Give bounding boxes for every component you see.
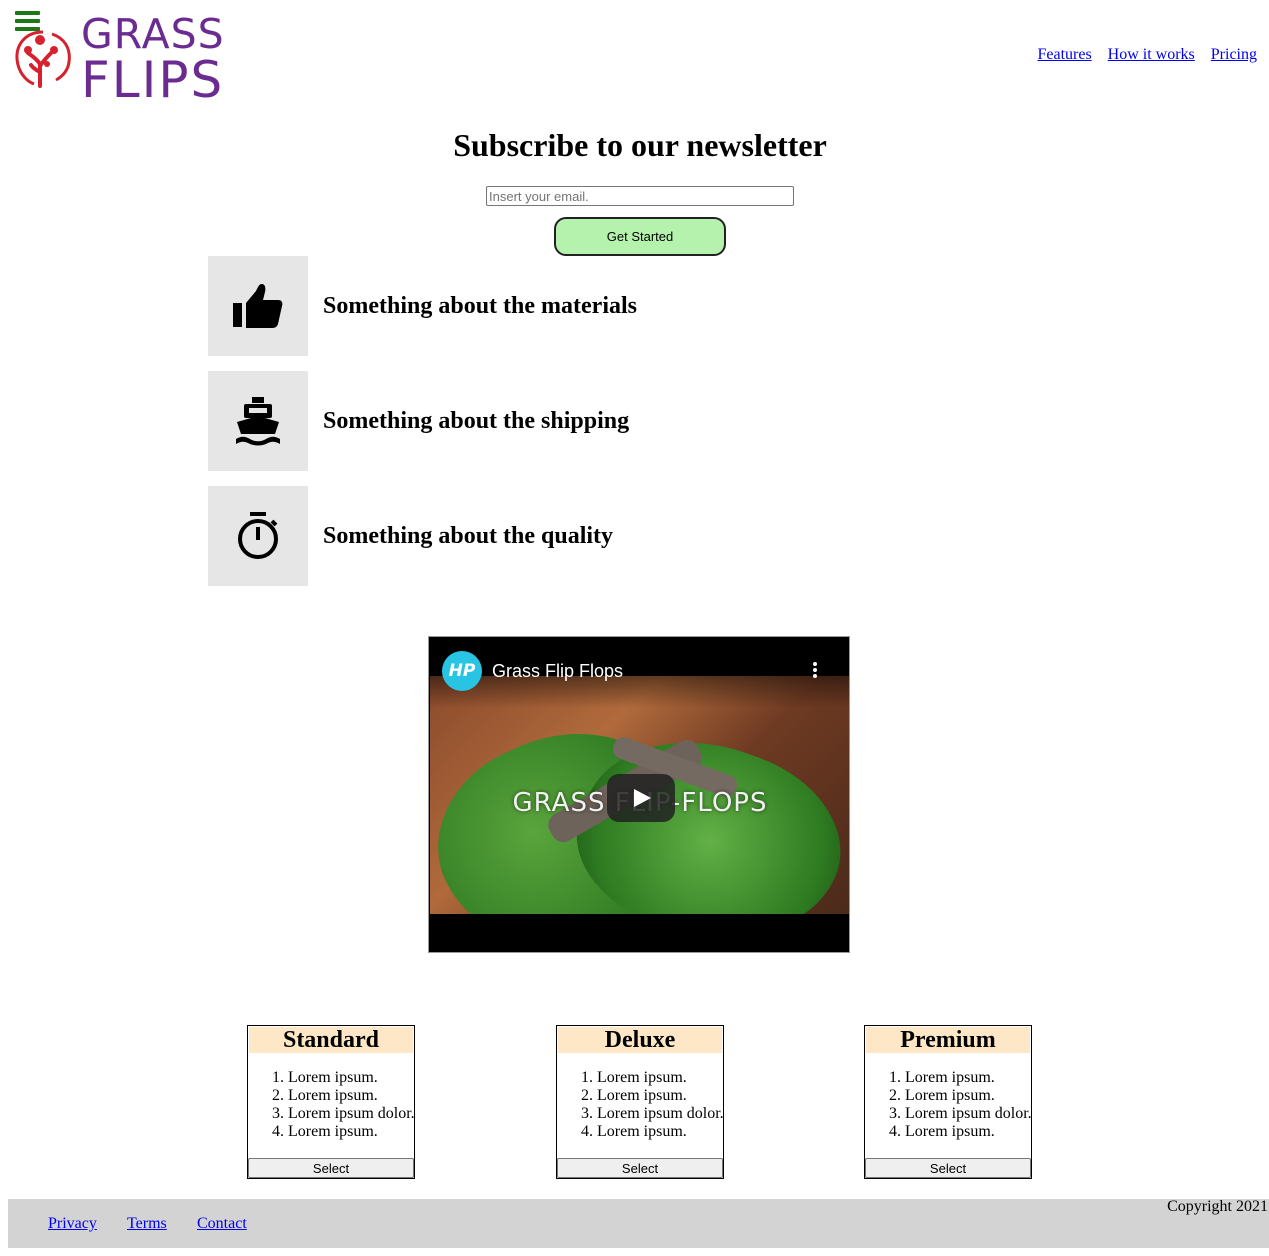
list-item: Lorem ipsum. xyxy=(597,1123,723,1141)
newsletter-title: Subscribe to our newsletter xyxy=(453,127,827,163)
feature-materials: Something about the materials xyxy=(208,256,808,356)
footer-link-contact[interactable]: Contact xyxy=(197,1215,247,1233)
footer: Privacy Terms Contact xyxy=(8,1199,1269,1248)
nav-link-features[interactable]: Features xyxy=(1037,46,1091,63)
select-deluxe-button[interactable]: Select xyxy=(557,1158,723,1178)
logo: GRASS FLIPS xyxy=(14,10,254,109)
top-nav: Features How it works Pricing xyxy=(1025,46,1257,64)
list-item: Lorem ipsum. xyxy=(905,1087,1031,1105)
feature-icon-box xyxy=(208,371,308,471)
email-input[interactable] xyxy=(486,186,794,206)
more-options-icon[interactable] xyxy=(812,662,818,682)
plan-features: Lorem ipsum. Lorem ipsum. Lorem ipsum do… xyxy=(557,1069,724,1141)
list-item: Lorem ipsum. xyxy=(597,1087,723,1105)
feature-text: Something about the materials xyxy=(323,293,637,319)
feature-shipping: Something about the shipping xyxy=(208,371,808,471)
nav-link-how-it-works[interactable]: How it works xyxy=(1108,46,1195,63)
logo-text-line1: GRASS xyxy=(81,10,225,58)
list-item: Lorem ipsum. xyxy=(905,1069,1031,1087)
list-item: Lorem ipsum dolor. xyxy=(597,1105,724,1123)
feature-quality: Something about the quality xyxy=(208,486,808,586)
footer-link-terms[interactable]: Terms xyxy=(127,1215,167,1233)
list-item: Lorem ipsum. xyxy=(288,1069,414,1087)
list-item: Lorem ipsum. xyxy=(288,1123,414,1141)
list-item: Lorem ipsum. xyxy=(288,1087,414,1105)
copyright-text: Copyright 2021 xyxy=(1167,1198,1268,1215)
play-button-icon[interactable] xyxy=(607,774,675,822)
footer-link-privacy[interactable]: Privacy xyxy=(48,1215,97,1233)
plan-title: Deluxe xyxy=(558,1027,722,1053)
video-frame: HP Grass Flip Flops GRASS FLIP-FLOPS xyxy=(430,638,849,914)
plan-standard: Standard Lorem ipsum. Lorem ipsum. Lorem… xyxy=(247,1025,415,1179)
nav-link-pricing[interactable]: Pricing xyxy=(1211,46,1257,63)
plan-features: Lorem ipsum. Lorem ipsum. Lorem ipsum do… xyxy=(248,1069,415,1141)
list-item: Lorem ipsum dolor. xyxy=(905,1105,1032,1123)
logo-text-line2: FLIPS xyxy=(81,51,225,109)
feature-icon-box xyxy=(208,256,308,356)
tree-logo-icon xyxy=(15,30,71,88)
plan-features: Lorem ipsum. Lorem ipsum. Lorem ipsum do… xyxy=(865,1069,1032,1141)
video-embed[interactable]: HP Grass Flip Flops GRASS FLIP-FLOPS xyxy=(428,636,850,953)
feature-text: Something about the shipping xyxy=(323,408,630,434)
feature-icon-box xyxy=(208,486,308,586)
feature-text: Something about the quality xyxy=(323,523,614,549)
thumbs-up-icon xyxy=(233,284,283,328)
list-item: Lorem ipsum dolor. xyxy=(288,1105,415,1123)
select-premium-button[interactable]: Select xyxy=(865,1158,1031,1178)
list-item: Lorem ipsum. xyxy=(905,1123,1031,1141)
channel-avatar[interactable]: HP xyxy=(442,651,482,691)
stopwatch-icon xyxy=(238,512,278,559)
video-title[interactable]: Grass Flip Flops xyxy=(492,661,623,682)
get-started-button[interactable]: Get Started xyxy=(554,217,726,256)
plan-deluxe: Deluxe Lorem ipsum. Lorem ipsum. Lorem i… xyxy=(556,1025,724,1179)
ship-icon xyxy=(236,397,280,446)
plan-title: Premium xyxy=(866,1027,1030,1053)
list-item: Lorem ipsum. xyxy=(597,1069,723,1087)
select-standard-button[interactable]: Select xyxy=(248,1158,414,1178)
plan-title: Standard xyxy=(249,1027,413,1053)
plan-premium: Premium Lorem ipsum. Lorem ipsum. Lorem … xyxy=(864,1025,1032,1179)
